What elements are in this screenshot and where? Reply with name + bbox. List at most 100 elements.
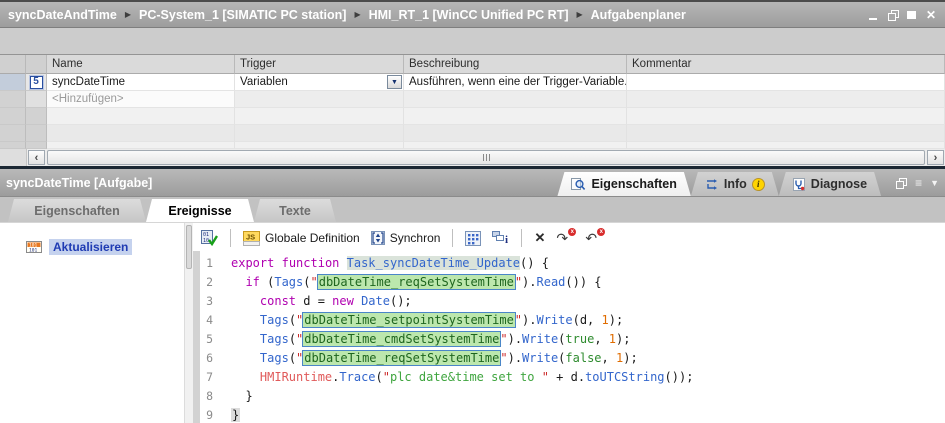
code-line: 2 if (Tags("dbDateTime_reqSetSystemTime"…: [200, 272, 945, 291]
task-name-cell[interactable]: syncDateTime: [47, 74, 235, 91]
tab-texte[interactable]: Texte: [254, 199, 336, 222]
horizontal-scrollbar: ‹ ›: [0, 149, 945, 166]
line-number: 8: [206, 388, 213, 403]
delete-x-icon: ✕: [534, 230, 546, 245]
column-header-name[interactable]: Name: [47, 55, 235, 74]
table-row: 5 syncDateTime Variablen ▼ Ausführen, we…: [0, 74, 945, 91]
event-list-scrollbar[interactable]: [184, 223, 193, 423]
validate-script-icon: 01 10: [201, 230, 218, 246]
task-type-cell: 5: [26, 74, 47, 91]
inspector-title: syncDateTime [Aufgabe]: [6, 175, 153, 190]
pane-tab-info[interactable]: Info i: [691, 172, 779, 196]
line-number: 6: [206, 350, 213, 365]
scroll-left-button[interactable]: ‹: [28, 150, 45, 165]
code-line: 4 Tags("dbDateTime_setpointSystemTime").…: [200, 310, 945, 329]
code-editor-area[interactable]: 1 export function Task_syncDateTime_Updat…: [193, 251, 945, 423]
pane-tab-label: Eigenschaften: [591, 177, 677, 191]
code-text: const d = new Date();: [259, 293, 412, 308]
description-cell[interactable]: Ausführen, wenn eine der Trigger-Variabl…: [404, 74, 627, 91]
diagnose-stethoscope-icon: [793, 178, 806, 191]
info-arrows-icon: [705, 178, 719, 191]
breadcrumb: syncDateAndTime ▶ PC-System_1 [SIMATIC PC …: [8, 8, 686, 22]
object-info-button[interactable]: i: [490, 230, 511, 246]
code-gutter-margin: [193, 251, 200, 423]
global-definition-button[interactable]: JS Globale Definition: [241, 230, 362, 247]
task-number-badge-icon: 5: [29, 75, 43, 89]
breadcrumb-bar: syncDateAndTime ▶ PC-System_1 [SIMATIC PC …: [0, 2, 945, 28]
svg-text:10: 10: [203, 238, 209, 244]
scroll-right-button[interactable]: ›: [927, 150, 944, 165]
breadcrumb-item[interactable]: syncDateAndTime: [8, 8, 117, 22]
tab-ereignisse[interactable]: Ereignisse: [146, 199, 254, 222]
column-header-kommentar[interactable]: Kommentar: [627, 55, 945, 74]
event-item-label: Aktualisieren: [49, 239, 133, 255]
line-number: 5: [206, 331, 213, 346]
float-pane-icon[interactable]: [895, 177, 908, 189]
undo-error-icon: ↶ x: [585, 228, 606, 245]
validate-script-button[interactable]: 01 10: [199, 229, 220, 247]
svg-text:101: 101: [29, 242, 38, 248]
object-info-icon: i: [492, 231, 509, 245]
trigger-value: Variablen: [240, 76, 288, 88]
svg-text:101: 101: [29, 248, 38, 254]
maximize-icon[interactable]: [906, 9, 918, 21]
pane-tab-eigenschaften[interactable]: Eigenschaften: [557, 172, 690, 196]
breadcrumb-item[interactable]: PC-System_1 [SIMATIC PC station]: [139, 8, 346, 22]
line-number: 3: [206, 293, 213, 308]
snippets-button[interactable]: [463, 230, 483, 247]
ereignisse-content: 101 101 Aktualisieren 01 10 JS Globale D…: [0, 223, 945, 423]
column-header-beschreibung[interactable]: Beschreibung: [404, 55, 627, 74]
column-header-trigger[interactable]: Trigger: [235, 55, 404, 74]
undo-error-button[interactable]: ↶ x: [583, 228, 606, 246]
chevron-down-icon: ▼: [391, 78, 398, 86]
update-event-icon: 101 101: [26, 241, 42, 254]
add-row: <Hinzufügen>: [0, 91, 945, 108]
empty-row: [0, 142, 945, 149]
add-task-cell[interactable]: <Hinzufügen>: [47, 91, 235, 108]
global-definition-label: Globale Definition: [265, 231, 360, 245]
svg-text:JS: JS: [246, 232, 255, 241]
toolbar-strip: [0, 28, 945, 55]
tab-eigenschaften[interactable]: Eigenschaften: [8, 199, 146, 222]
inspector-title-bar: syncDateTime [Aufgabe] Eigenschaften Inf…: [0, 169, 945, 197]
scrollbar-thumb[interactable]: [186, 225, 192, 269]
comment-cell[interactable]: [627, 74, 945, 91]
row-gutter[interactable]: [0, 74, 26, 91]
code-line: 6 Tags("dbDateTime_reqSetSystemTime").Wr…: [200, 348, 945, 367]
pane-tab-diagnose[interactable]: Diagnose: [779, 172, 881, 196]
breadcrumb-item[interactable]: HMI_RT_1 [WinCC Unified PC RT]: [369, 8, 569, 22]
list-menu-icon[interactable]: ≡: [915, 177, 922, 189]
scrollbar-track[interactable]: [47, 150, 925, 165]
code-line: 3 const d = new Date();: [200, 291, 945, 310]
code-line: 1 export function Task_syncDateTime_Updat…: [200, 253, 945, 272]
inspector-pane-tabs: Eigenschaften Info i Diagnose: [557, 169, 881, 196]
float-window-icon[interactable]: [887, 9, 899, 21]
redo-error-button[interactable]: ↷ x: [554, 228, 577, 246]
code-text: Tags("dbDateTime_cmdSetSystemTime").Writ…: [259, 330, 631, 347]
code-line: 7 HMIRuntime.Trace("plc date&time set to…: [200, 367, 945, 386]
collapse-pane-icon[interactable]: ▼: [930, 178, 939, 188]
empty-row: [0, 108, 945, 125]
line-number: 4: [206, 312, 213, 327]
pane-tab-label: Info: [723, 177, 747, 191]
table-header-row: Name Trigger Beschreibung Kommentar: [0, 55, 945, 74]
delete-button[interactable]: ✕: [532, 230, 547, 246]
code-text: Tags("dbDateTime_reqSetSystemTime").Writ…: [259, 349, 638, 366]
event-list-panel: 101 101 Aktualisieren: [0, 223, 193, 423]
code-text: if (Tags("dbDateTime_reqSetSystemTime").…: [245, 273, 602, 290]
inspector-subtabs: Eigenschaften Ereignisse Texte: [0, 197, 945, 223]
script-editor: 01 10 JS Globale Definition Synchron i ✕…: [193, 223, 945, 423]
scrollbar-thumb[interactable]: [47, 150, 925, 165]
code-lines: 1 export function Task_syncDateTime_Updat…: [200, 253, 945, 423]
trigger-cell[interactable]: Variablen ▼: [235, 74, 404, 91]
js-script-icon: JS: [243, 230, 260, 246]
synchron-toggle-button[interactable]: Synchron: [369, 230, 443, 246]
properties-magnifier-icon: [571, 178, 586, 191]
trigger-dropdown-button[interactable]: ▼: [387, 75, 402, 89]
breadcrumb-item[interactable]: Aufgabenplaner: [591, 8, 686, 22]
close-icon[interactable]: ✕: [925, 9, 937, 21]
redo-error-icon: ↷ x: [556, 228, 577, 245]
event-item-aktualisieren[interactable]: 101 101 Aktualisieren: [26, 239, 133, 255]
minimize-icon[interactable]: [868, 9, 880, 21]
svg-text:i: i: [505, 234, 508, 245]
